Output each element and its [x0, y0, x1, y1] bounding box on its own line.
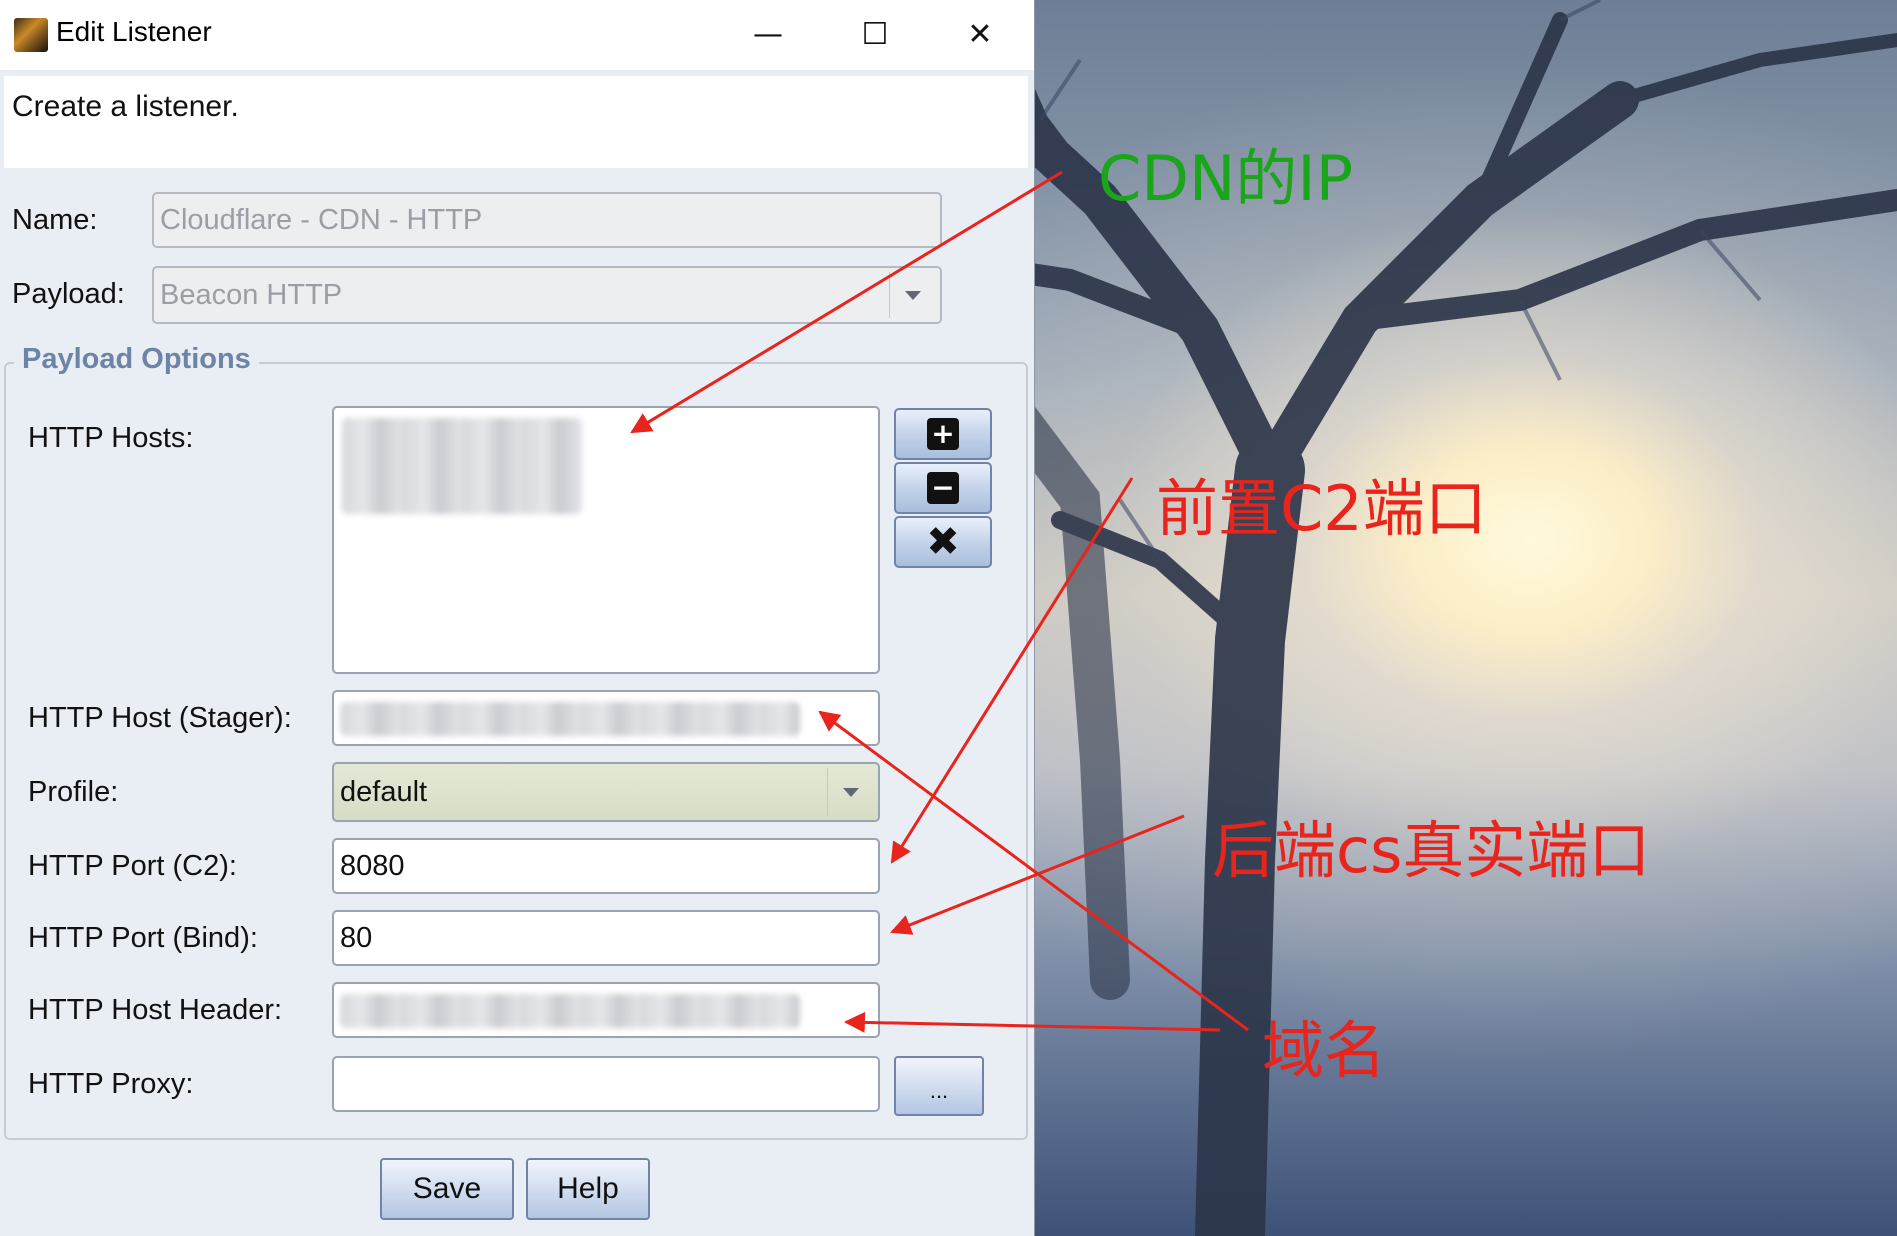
edit-listener-dialog: Edit Listener — ☐ ✕ Create a listener. N…: [0, 0, 1035, 1236]
chevron-down-icon: [889, 272, 936, 318]
http-hosts-list[interactable]: [332, 406, 880, 674]
http-port-c2-value: 8080: [340, 849, 405, 882]
close-button[interactable]: ✕: [950, 10, 1010, 58]
minimize-button[interactable]: —: [738, 10, 798, 58]
name-value: Cloudflare - CDN - HTTP: [160, 203, 483, 236]
help-label: Help: [557, 1172, 619, 1205]
save-button[interactable]: Save: [380, 1158, 514, 1220]
help-button[interactable]: Help: [526, 1158, 650, 1220]
annotation-cdn-ip: CDN的IP: [1098, 142, 1354, 215]
remove-host-button[interactable]: −: [894, 462, 992, 514]
clear-hosts-button[interactable]: ✖: [894, 516, 992, 568]
close-icon: ✕: [967, 16, 993, 52]
name-field[interactable]: Cloudflare - CDN - HTTP: [152, 192, 942, 248]
http-host-header-field[interactable]: [332, 982, 880, 1038]
plus-icon: +: [927, 418, 959, 450]
profile-value: default: [340, 775, 428, 808]
minus-icon: −: [927, 472, 959, 504]
http-proxy-label: HTTP Proxy:: [28, 1068, 194, 1100]
annotation-domain: 域名: [1262, 1014, 1387, 1087]
profile-label: Profile:: [28, 776, 119, 808]
http-host-stager-field[interactable]: [332, 690, 880, 746]
http-host-header-label: HTTP Host Header:: [28, 994, 283, 1026]
http-port-bind-label: HTTP Port (Bind):: [28, 922, 258, 954]
save-label: Save: [412, 1172, 482, 1205]
payload-options-legend: Payload Options: [14, 343, 259, 376]
http-port-bind-value: 80: [340, 921, 373, 954]
description-text: Create a listener.: [12, 90, 239, 123]
browse-label: ...: [929, 1078, 949, 1103]
http-proxy-browse-button[interactable]: ...: [894, 1056, 984, 1116]
description-panel: Create a listener.: [4, 76, 1028, 168]
http-proxy-field[interactable]: [332, 1056, 880, 1112]
http-hosts-label: HTTP Hosts:: [28, 422, 194, 454]
maximize-icon: ☐: [861, 16, 889, 52]
payload-label: Payload:: [12, 278, 125, 310]
http-port-c2-field[interactable]: 8080: [332, 838, 880, 894]
add-host-button[interactable]: +: [894, 408, 992, 460]
redacted-stager-host: [340, 702, 800, 736]
maximize-button[interactable]: ☐: [845, 10, 905, 58]
redacted-host-header: [340, 994, 800, 1028]
payload-select[interactable]: Beacon HTTP: [152, 266, 942, 324]
profile-select[interactable]: default: [332, 762, 880, 822]
title-bar: Edit Listener — ☐ ✕: [0, 0, 1034, 70]
name-label: Name:: [12, 204, 98, 236]
minimize-icon: —: [753, 16, 783, 52]
redacted-host-entry: [342, 418, 582, 514]
annotation-front-port: 前置C2端口: [1156, 472, 1487, 545]
http-host-stager-label: HTTP Host (Stager):: [28, 702, 292, 734]
http-port-c2-label: HTTP Port (C2):: [28, 850, 237, 882]
app-icon: [14, 18, 48, 52]
annotation-backend-port: 后端cs真实端口: [1212, 814, 1651, 887]
remove-icon: ✖: [926, 519, 960, 565]
http-port-bind-field[interactable]: 80: [332, 910, 880, 966]
payload-value: Beacon HTTP: [160, 278, 343, 311]
window-title: Edit Listener: [56, 16, 212, 47]
chevron-down-icon: [827, 768, 874, 816]
